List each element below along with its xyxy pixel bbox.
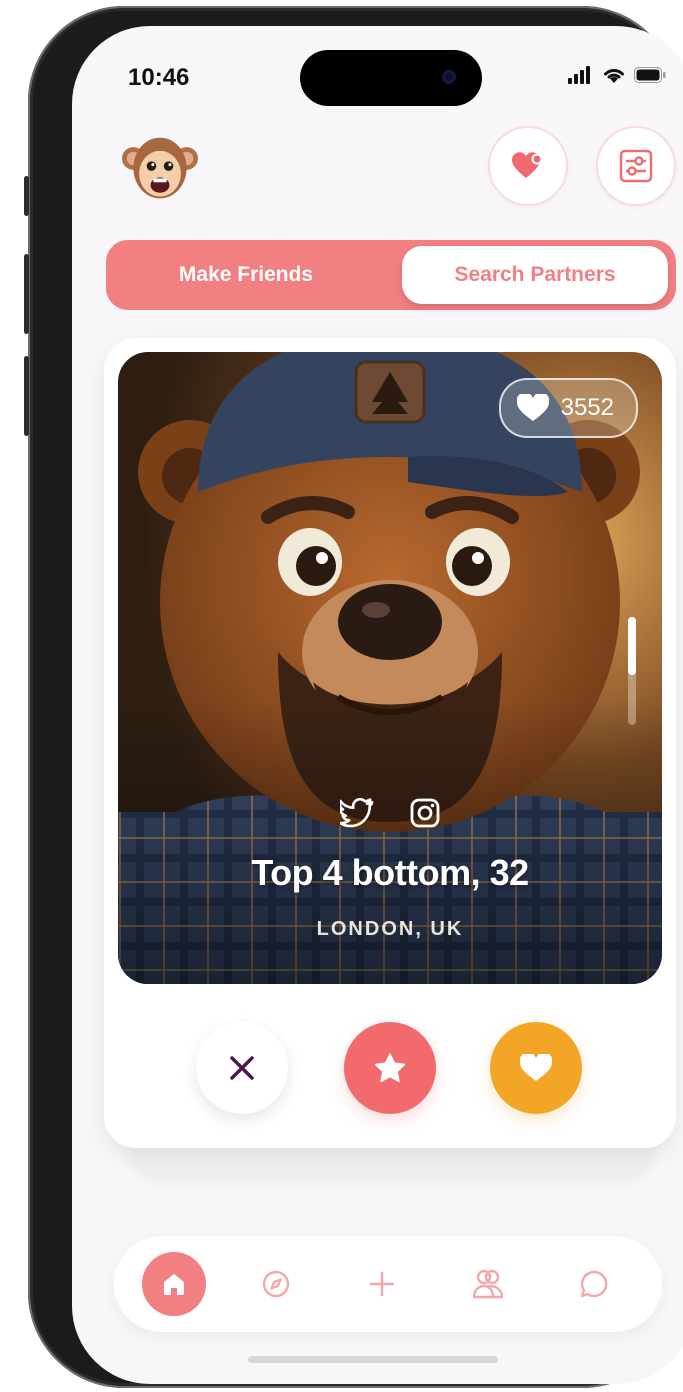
filter-button[interactable] bbox=[596, 126, 676, 206]
photo-scroll-thumb[interactable] bbox=[628, 617, 636, 675]
tab-chat[interactable] bbox=[570, 1260, 618, 1308]
tab-discover[interactable] bbox=[252, 1260, 300, 1308]
status-icons bbox=[568, 66, 666, 84]
dislike-button[interactable] bbox=[196, 1022, 288, 1114]
likes-count: 3552 bbox=[560, 394, 614, 421]
like-button[interactable] bbox=[490, 1022, 582, 1114]
home-indicator bbox=[248, 1356, 498, 1363]
status-time: 10:46 bbox=[128, 64, 190, 91]
close-icon bbox=[230, 1056, 254, 1080]
volume-up-button bbox=[24, 254, 29, 334]
likes-badge: 3552 bbox=[498, 378, 638, 438]
twitter-icon[interactable] bbox=[340, 798, 374, 828]
social-links bbox=[118, 798, 662, 828]
app-screen: 10:46 Make Friends Search Partners 3552 … bbox=[72, 26, 683, 1384]
likes-button[interactable] bbox=[488, 126, 568, 206]
sliders-icon bbox=[619, 149, 653, 183]
instagram-icon[interactable] bbox=[410, 798, 440, 828]
mute-switch bbox=[24, 176, 29, 216]
monkey-avatar[interactable] bbox=[122, 130, 198, 206]
make-friends-tab[interactable]: Make Friends bbox=[106, 240, 386, 310]
tab-people[interactable] bbox=[464, 1260, 512, 1308]
profile-photo[interactable]: 3552 Top 4 bottom, 32 LONDON, UK bbox=[118, 352, 662, 984]
people-icon bbox=[472, 1269, 504, 1299]
search-partners-tab[interactable]: Search Partners bbox=[402, 246, 668, 304]
photo-scroll-indicator[interactable] bbox=[628, 617, 636, 725]
battery-icon bbox=[634, 67, 666, 83]
star-icon bbox=[375, 1053, 405, 1082]
plus-icon bbox=[369, 1271, 395, 1297]
superlike-button[interactable] bbox=[344, 1022, 436, 1114]
signal-icon bbox=[568, 66, 590, 84]
profile-name-age: Top 4 bottom, 32 bbox=[251, 852, 529, 893]
chat-icon bbox=[580, 1270, 608, 1298]
volume-down-button bbox=[24, 356, 29, 436]
tab-home[interactable] bbox=[142, 1252, 206, 1316]
home-icon bbox=[164, 1274, 184, 1295]
wifi-icon bbox=[604, 69, 624, 83]
heart-icon bbox=[520, 1054, 552, 1081]
heart-icon bbox=[516, 394, 549, 421]
dynamic-island bbox=[300, 50, 482, 106]
phone-frame: 10:46 Make Friends Search Partners 3552 … bbox=[24, 6, 683, 1388]
mode-toggle: Make Friends Search Partners bbox=[106, 240, 676, 310]
tab-create[interactable] bbox=[358, 1260, 406, 1308]
heart-plus-icon bbox=[512, 152, 543, 178]
profile-location: LONDON, UK bbox=[316, 918, 464, 940]
profile-card[interactable]: 3552 Top 4 bottom, 32 LONDON, UK bbox=[104, 338, 676, 1148]
compass-icon bbox=[262, 1270, 290, 1298]
bottom-tab-bar bbox=[114, 1236, 662, 1332]
